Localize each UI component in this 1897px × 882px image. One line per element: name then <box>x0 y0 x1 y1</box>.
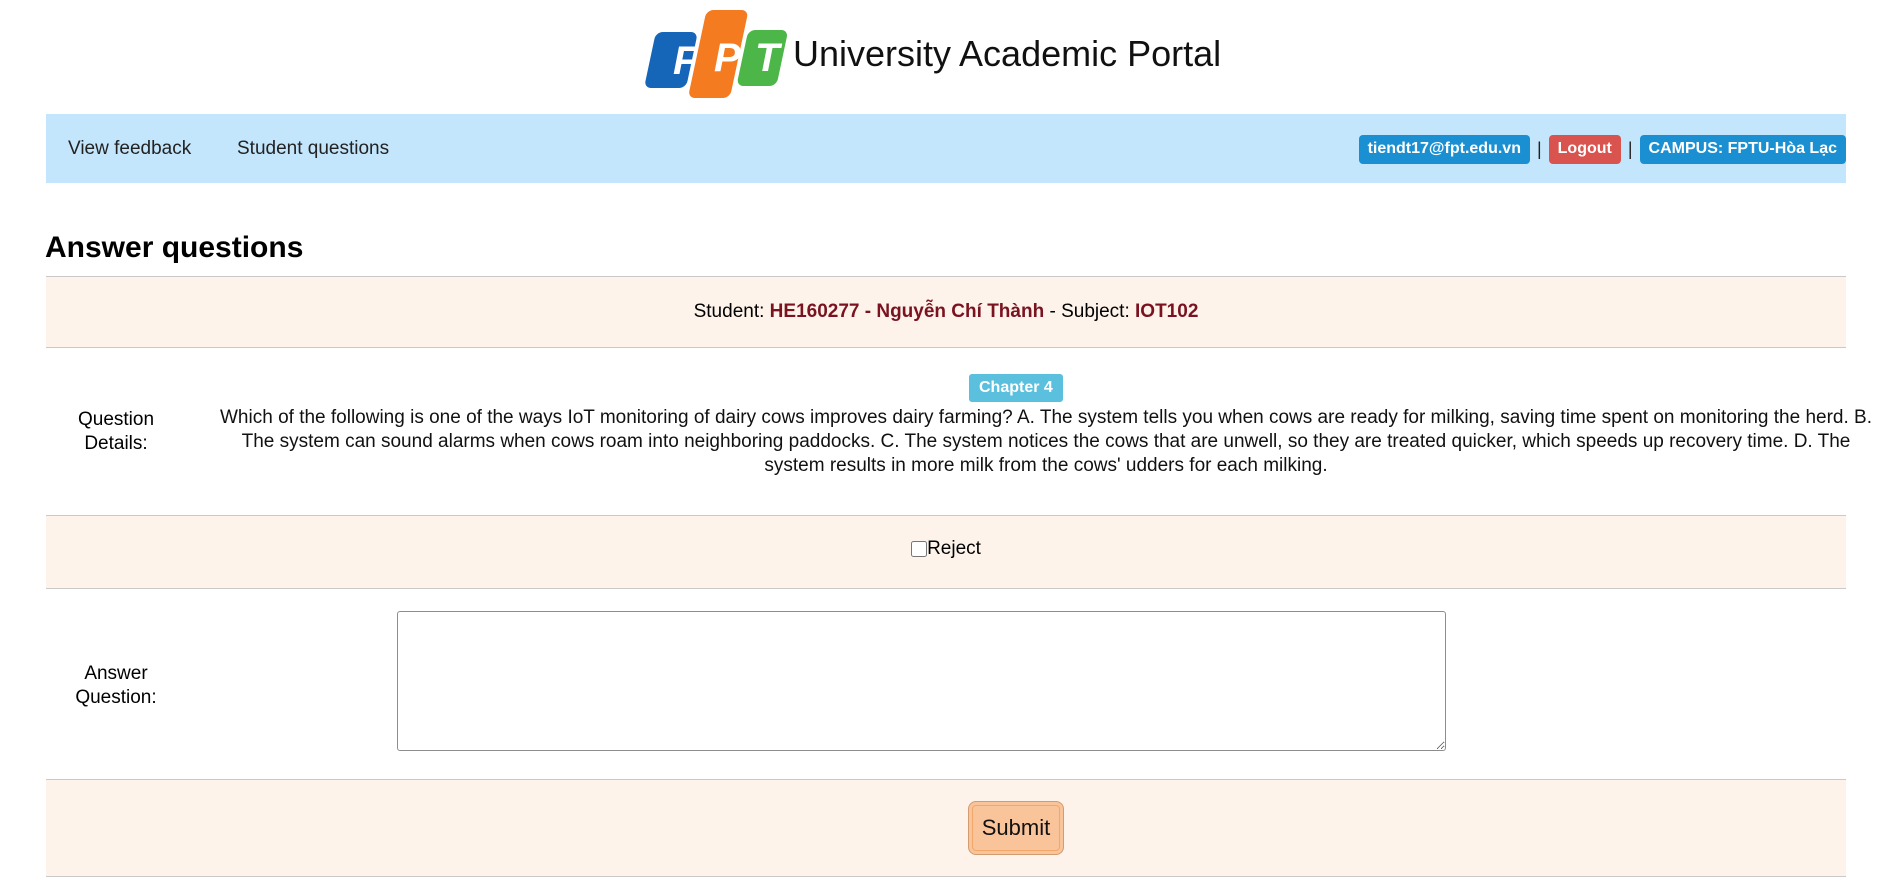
fpt-logo: F P T <box>645 10 787 98</box>
campus-badge[interactable]: CAMPUS: FPTU-Hòa Lạc <box>1639 135 1846 164</box>
answer-form-table: Student: HE160277 - Nguyễn Chí Thành - S… <box>46 276 1872 877</box>
brand: F P T University Academic Portal <box>641 8 1221 100</box>
header: F P T University Academic Portal View fe… <box>0 0 1897 183</box>
submit-button[interactable]: Submit <box>968 801 1064 855</box>
nav-user-area: tiendt17@fpt.edu.vn | Logout | CAMPUS: F… <box>1358 135 1846 164</box>
dash-separator: - <box>1049 301 1056 322</box>
logo-letter-f: F <box>673 39 699 83</box>
chapter-badge: Chapter 4 <box>969 374 1063 402</box>
answer-question-label: Answer Question: <box>75 663 157 708</box>
nav-student-questions[interactable]: Student questions <box>237 138 389 160</box>
nav-view-feedback[interactable]: View feedback <box>68 138 191 160</box>
portal-title: University Academic Portal <box>793 33 1222 74</box>
question-details-label: Question Details: <box>77 409 155 454</box>
reject-checkbox[interactable] <box>911 541 928 557</box>
logout-button[interactable]: Logout <box>1548 135 1621 164</box>
top-nav: View feedback Student questions tiendt17… <box>46 114 1846 183</box>
submit-row: Submit <box>46 779 1846 877</box>
student-info-row: Student: HE160277 - Nguyễn Chí Thành - S… <box>46 276 1846 347</box>
reject-control[interactable]: Reject <box>46 538 1846 560</box>
subject-value: IOT102 <box>1135 301 1199 322</box>
nav-separator: | <box>1536 139 1542 159</box>
question-text: Which of the following is one of the way… <box>220 407 1872 476</box>
student-info: Student: HE160277 - Nguyễn Chí Thành - S… <box>46 301 1846 323</box>
logo-letter-t: T <box>755 36 783 80</box>
reject-row: Reject <box>46 515 1846 588</box>
subject-prefix: Subject: <box>1061 301 1130 322</box>
logo-letter-p: P <box>714 36 741 80</box>
reject-label: Reject <box>927 538 981 559</box>
nav-separator: | <box>1627 139 1633 159</box>
question-details-row: Question Details: Chapter 4 Which of the… <box>46 347 1872 515</box>
user-email-badge[interactable]: tiendt17@fpt.edu.vn <box>1358 135 1530 164</box>
page-title: Answer questions <box>45 231 304 264</box>
answer-row: Answer Question: <box>46 588 1846 779</box>
student-value: HE160277 - Nguyễn Chí Thành <box>769 301 1045 322</box>
student-prefix: Student: <box>693 301 765 322</box>
answer-textarea[interactable] <box>397 611 1446 751</box>
